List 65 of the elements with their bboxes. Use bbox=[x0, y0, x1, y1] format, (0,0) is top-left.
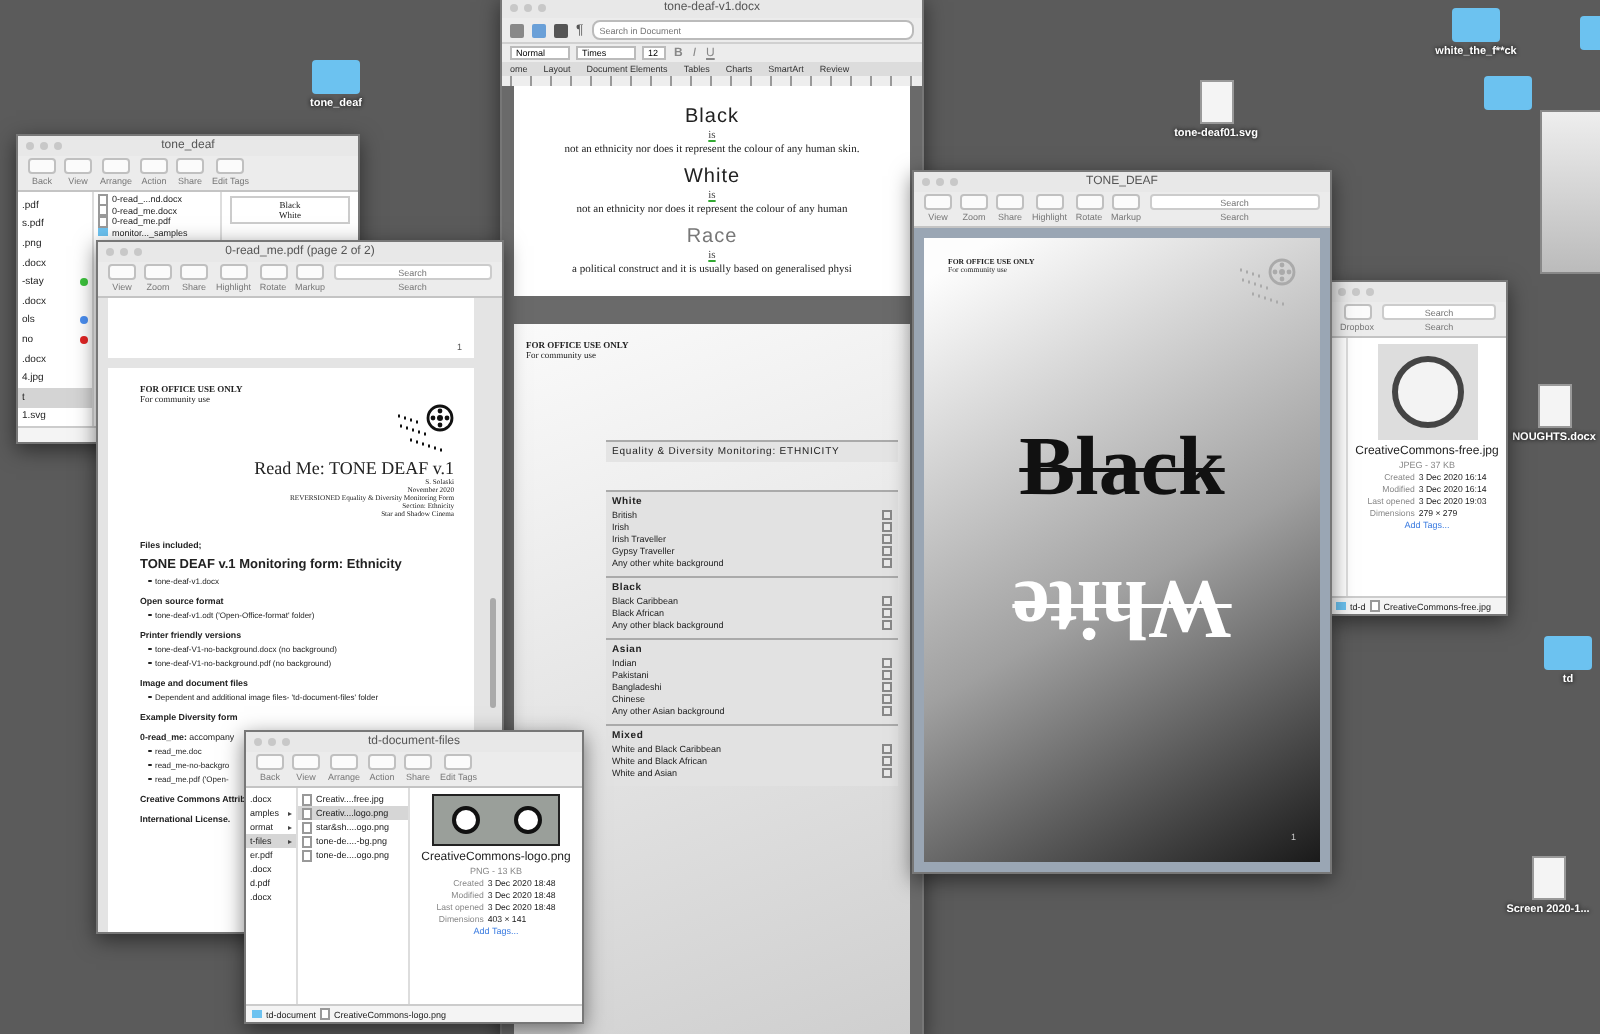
toolbar-button[interactable] bbox=[1343, 304, 1371, 320]
disclosure-arrow-icon bbox=[288, 839, 292, 843]
statement-heading: Black bbox=[685, 106, 739, 128]
checkbox[interactable] bbox=[882, 608, 892, 618]
toolbar-button[interactable] bbox=[1035, 194, 1064, 210]
statement-heading: Race bbox=[686, 226, 738, 248]
toolbar-button[interactable] bbox=[960, 194, 988, 210]
film-reel-logo-drawing bbox=[394, 404, 454, 452]
toolbar-button[interactable] bbox=[259, 264, 288, 280]
logo-image-placeholder bbox=[432, 794, 560, 846]
toolbar-button[interactable] bbox=[180, 264, 208, 280]
disclosure-arrow-icon bbox=[288, 825, 292, 829]
file-icon[interactable] bbox=[1531, 856, 1565, 900]
toolbar-button[interactable] bbox=[144, 264, 172, 280]
checkbox[interactable] bbox=[882, 522, 892, 532]
checkbox[interactable] bbox=[882, 744, 892, 754]
toolbar-button[interactable] bbox=[292, 754, 320, 770]
disclosure-arrow-icon bbox=[288, 811, 292, 815]
toolbar-button[interactable] bbox=[102, 158, 130, 174]
window-buttons-icon[interactable] bbox=[106, 248, 142, 256]
checkbox[interactable] bbox=[882, 620, 892, 630]
toolbar-button[interactable] bbox=[444, 754, 473, 770]
document-heading: Read Me: TONE DEAF v.1 bbox=[254, 458, 454, 478]
file-icon[interactable] bbox=[1537, 384, 1571, 428]
window-buttons-icon[interactable] bbox=[26, 142, 62, 150]
window-buttons-icon[interactable] bbox=[1338, 288, 1374, 296]
toolbar-button[interactable] bbox=[296, 264, 325, 280]
scrollbar-thumb[interactable] bbox=[490, 598, 496, 708]
toolbar-button[interactable] bbox=[1112, 194, 1141, 210]
toolbar-button[interactable] bbox=[64, 158, 92, 174]
toolbar-button[interactable] bbox=[219, 264, 248, 280]
toolbar-button[interactable] bbox=[176, 158, 205, 174]
toolbar-button[interactable] bbox=[28, 158, 56, 174]
checkbox[interactable] bbox=[882, 558, 892, 568]
checkbox[interactable] bbox=[882, 534, 892, 544]
checkbox[interactable] bbox=[882, 596, 892, 606]
seal-image-placeholder bbox=[1377, 344, 1477, 440]
toolbar-button[interactable] bbox=[330, 754, 358, 770]
toolbar-button[interactable] bbox=[216, 158, 245, 174]
checkbox[interactable] bbox=[882, 768, 892, 778]
checkbox[interactable] bbox=[882, 694, 892, 704]
film-reel-logo-drawing bbox=[1236, 258, 1296, 306]
checkbox[interactable] bbox=[882, 756, 892, 766]
checkbox[interactable] bbox=[882, 670, 892, 680]
checkbox[interactable] bbox=[882, 682, 892, 692]
checkbox[interactable] bbox=[882, 706, 892, 716]
toolbar-button[interactable] bbox=[924, 194, 952, 210]
toolbar-button[interactable] bbox=[108, 264, 136, 280]
file-icon[interactable] bbox=[1199, 80, 1233, 124]
toolbar-button[interactable] bbox=[1075, 194, 1104, 210]
checkbox[interactable] bbox=[882, 510, 892, 520]
window-buttons-icon[interactable] bbox=[922, 178, 958, 186]
window-buttons-icon[interactable] bbox=[510, 4, 546, 12]
toolbar-button[interactable] bbox=[404, 754, 433, 770]
struck-word: Black bbox=[1017, 426, 1227, 510]
checkbox[interactable] bbox=[882, 658, 892, 668]
toolbar-button[interactable] bbox=[140, 158, 169, 174]
toolbar-button[interactable] bbox=[996, 194, 1024, 210]
statement-heading: White bbox=[683, 166, 741, 188]
thumbnail-stack-drawing[interactable] bbox=[1540, 110, 1600, 274]
inverted-word: White bbox=[1010, 566, 1234, 650]
window-buttons-icon[interactable] bbox=[254, 738, 290, 746]
toolbar-button[interactable] bbox=[256, 754, 284, 770]
checkbox[interactable] bbox=[882, 546, 892, 556]
toolbar-button[interactable] bbox=[368, 754, 397, 770]
